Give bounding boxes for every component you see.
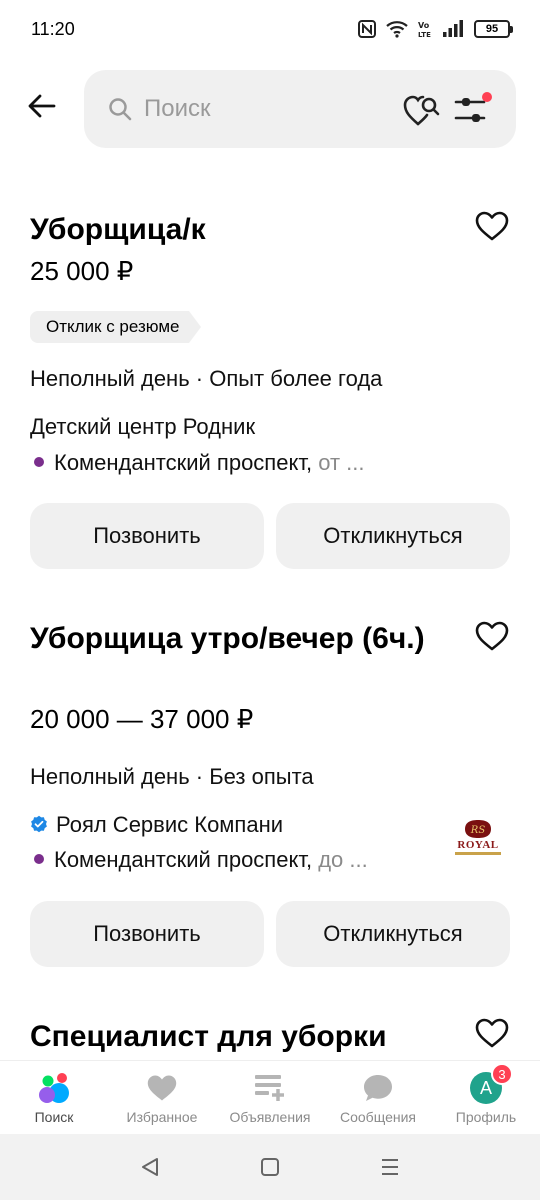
system-back-icon[interactable] — [139, 1156, 161, 1178]
favorite-button[interactable] — [474, 620, 510, 654]
listing-company: Детский центр Родник — [30, 414, 256, 439]
system-navigation-bar — [0, 1134, 540, 1200]
search-placeholder: Поиск — [144, 95, 211, 122]
nav-label: Объявления — [229, 1109, 311, 1125]
avito-dots-icon — [37, 1071, 71, 1105]
respond-button[interactable]: Откликнуться — [276, 503, 510, 569]
company-name: Роял Сервис Компани — [56, 812, 284, 837]
nav-label: Избранное — [126, 1109, 198, 1125]
saved-search-button[interactable] — [402, 92, 442, 128]
nav-item-search[interactable]: Поиск — [0, 1061, 108, 1134]
listing-schedule: Неполный день · Опыт более года — [30, 366, 383, 391]
call-button[interactable]: Позвонить — [30, 901, 264, 967]
nav-item-listings[interactable]: Объявления — [216, 1061, 324, 1134]
address-text: Комендантский проспект, — [54, 450, 313, 475]
favorite-button[interactable] — [474, 1017, 510, 1051]
system-home-icon[interactable] — [259, 1156, 281, 1178]
call-button[interactable]: Позвонить — [30, 503, 264, 569]
metro-dot-icon — [34, 457, 44, 468]
favorite-button[interactable] — [474, 210, 510, 244]
logo-underline — [455, 852, 501, 855]
listing-address: Комендантский проспект, от ... — [30, 450, 365, 476]
listing-price: 20 000 — 37 000 ₽ — [30, 704, 254, 734]
heart-icon — [475, 621, 509, 651]
verified-icon — [31, 815, 47, 833]
top-bar: Поиск — [0, 70, 540, 150]
nav-label: Сообщения — [340, 1109, 416, 1125]
profile-avatar-icon: А 3 — [469, 1063, 513, 1105]
listing-address: Комендантский проспект, до ... — [30, 847, 368, 873]
back-button[interactable] — [24, 88, 60, 124]
metro-dot-icon — [34, 854, 44, 865]
signal-icon — [443, 20, 463, 37]
nfc-icon — [358, 20, 376, 38]
listing-price: 25 000 ₽ — [30, 256, 134, 286]
listing-title[interactable]: Уборщица утро/вечер (6ч.) — [30, 620, 430, 658]
volte-icon: VoLTE — [418, 21, 431, 38]
address-extra: от ... — [318, 450, 365, 475]
filter-active-dot — [482, 92, 492, 102]
svg-text:LTE: LTE — [418, 31, 431, 38]
status-icons: Vo LTE 95 — [358, 20, 513, 38]
search-icon — [109, 98, 132, 121]
svg-text:RS: RS — [470, 825, 486, 836]
respond-button[interactable]: Откликнуться — [276, 901, 510, 967]
status-bar: 11:20 Vo LTE 95 — [0, 0, 540, 58]
battery-icon: 95 — [474, 20, 513, 38]
status-time: 11:20 — [31, 18, 75, 39]
listing-company: Роял Сервис Компани — [30, 812, 283, 838]
address-extra: до ... — [318, 847, 368, 872]
wifi-icon — [386, 21, 408, 38]
company-logo: RS ROYAL — [450, 812, 506, 862]
listing-title[interactable]: Уборщица/к — [30, 211, 450, 249]
chat-bubble-icon — [361, 1071, 395, 1105]
listing-title[interactable]: Специалист для уборки — [30, 1018, 450, 1056]
heart-search-icon — [403, 95, 440, 126]
nav-label: Поиск — [34, 1109, 74, 1125]
system-recents-icon[interactable] — [379, 1156, 401, 1178]
address-text: Комендантский проспект, — [54, 847, 313, 872]
svg-text:Vo: Vo — [418, 21, 430, 30]
add-listing-icon — [253, 1071, 287, 1105]
nav-item-favorites[interactable]: Избранное — [108, 1061, 216, 1134]
listing-schedule: Неполный день · Без опыта — [30, 764, 314, 789]
back-arrow-icon — [28, 94, 56, 118]
heart-icon — [475, 211, 509, 241]
royal-crest-icon: RS — [465, 820, 491, 838]
nav-item-messages[interactable]: Сообщения — [324, 1061, 432, 1134]
logo-text: ROYAL — [457, 839, 499, 851]
heart-filled-icon — [145, 1071, 179, 1105]
nav-label: Профиль — [455, 1109, 517, 1125]
filter-button[interactable] — [454, 92, 492, 128]
notification-badge: 3 — [491, 1063, 513, 1085]
resume-response-tag: Отклик с резюме — [30, 311, 202, 343]
battery-level: 95 — [485, 23, 499, 35]
heart-icon — [475, 1018, 509, 1048]
bottom-navigation: Поиск Избранное Объявления Сообщения А 3… — [0, 1060, 540, 1134]
search-input[interactable]: Поиск — [84, 70, 516, 148]
nav-item-profile[interactable]: А 3 Профиль — [432, 1061, 540, 1134]
